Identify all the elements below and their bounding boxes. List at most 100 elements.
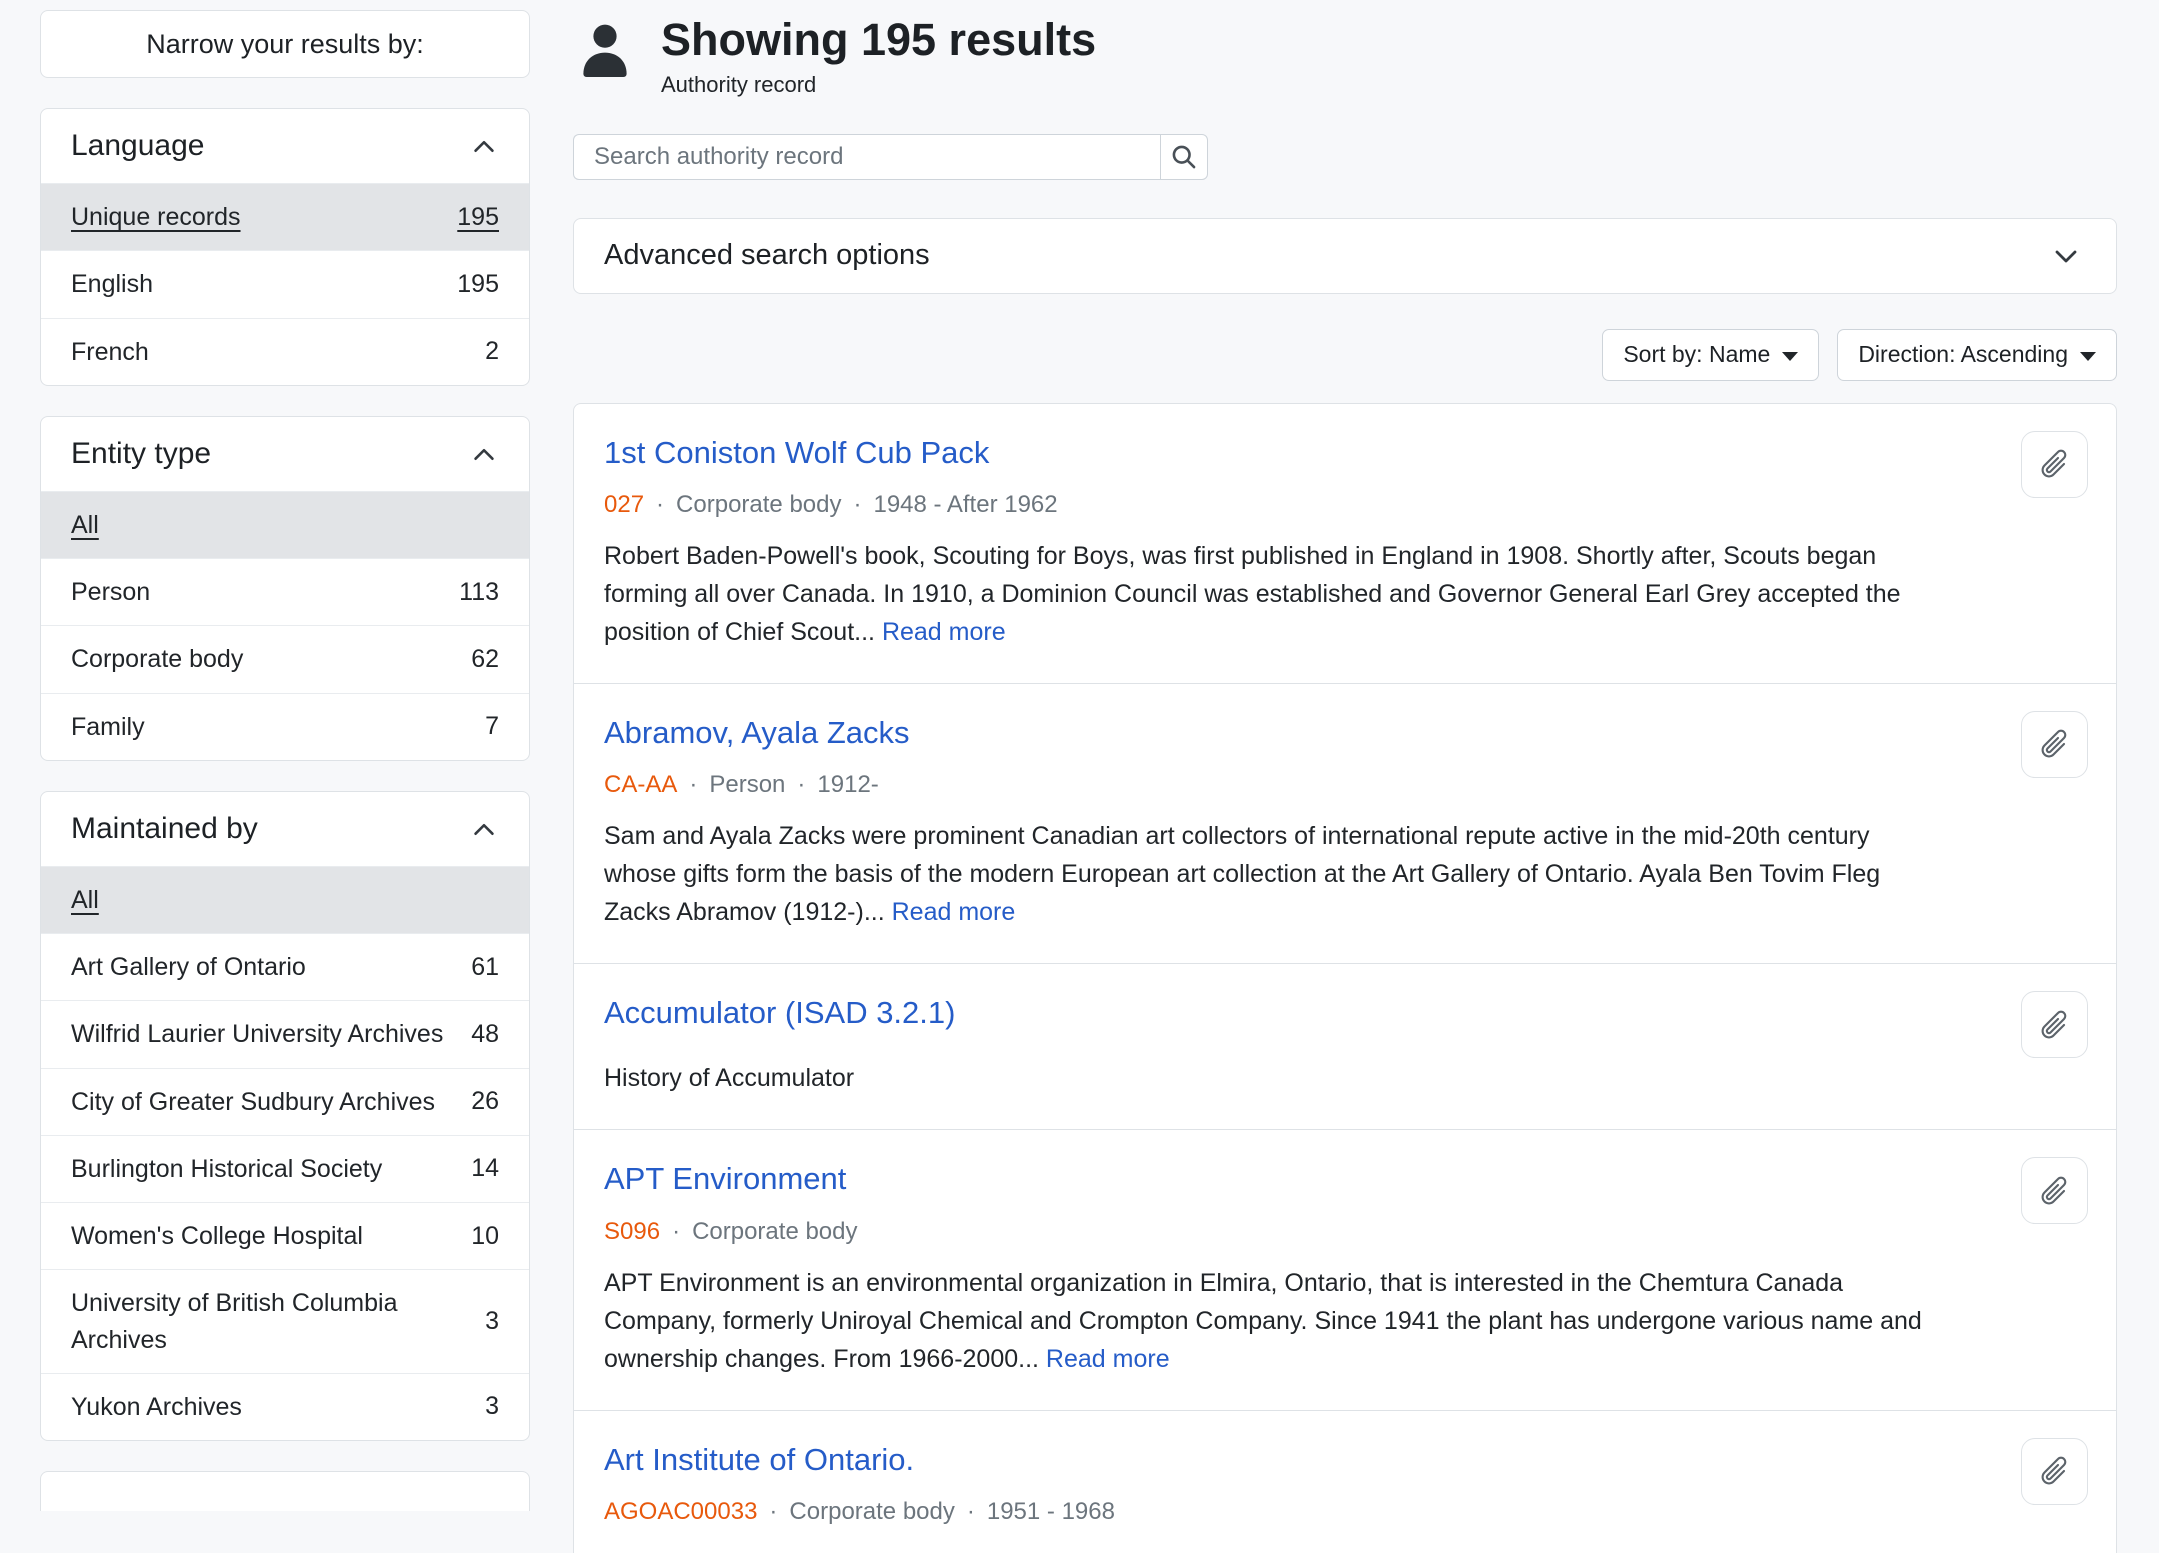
search-icon (1171, 144, 1197, 170)
facet-item-count: 2 (485, 337, 499, 366)
result-title-link[interactable]: Abramov, Ayala Zacks (604, 714, 2086, 751)
result-item: 1st Coniston Wolf Cub Pack 027·Corporate… (574, 404, 2116, 683)
meta-separator-dot: · (967, 1498, 975, 1526)
facet-item-label: University of British Columbia Archives (71, 1285, 485, 1358)
facet-item[interactable]: Family 7 (41, 693, 529, 760)
result-meta-value: Corporate body (789, 1498, 954, 1526)
meta-separator-dot: · (689, 771, 697, 799)
facet-item-count: 195 (457, 270, 499, 299)
result-title-link[interactable]: APT Environment (604, 1160, 2086, 1197)
meta-separator-dot: · (797, 771, 805, 799)
facet-sections: Language Unique records 195 English 195 … (40, 108, 530, 1441)
facet-item[interactable]: English 195 (41, 250, 529, 317)
read-more-link[interactable]: Read more (892, 898, 1016, 926)
facet-item-label: Unique records (71, 199, 457, 235)
facet-item-count: 61 (471, 953, 499, 982)
facet-section: Maintained by All Art Gallery of Ontario… (40, 791, 530, 1441)
results-header-text: Showing 195 results Authority record (661, 14, 1096, 98)
facet-item-label: Yukon Archives (71, 1389, 485, 1425)
results-count-title: Showing 195 results (661, 14, 1096, 66)
sort-by-label: Sort by: Name (1623, 341, 1770, 368)
result-identifier: CA-AA (604, 771, 677, 799)
attachment-button[interactable] (2021, 431, 2088, 498)
facet-item[interactable]: Person 113 (41, 558, 529, 625)
facet-section-header[interactable]: Entity type (41, 417, 529, 491)
sort-by-dropdown[interactable]: Sort by: Name (1602, 329, 1819, 381)
advanced-search-label: Advanced search options (604, 239, 930, 272)
facet-list: Unique records 195 English 195 French 2 (41, 183, 529, 385)
facet-section-header[interactable]: Language (41, 109, 529, 183)
result-meta-value: Corporate body (692, 1218, 857, 1246)
facet-item-label: English (71, 266, 457, 302)
facet-item[interactable]: Corporate body 62 (41, 625, 529, 692)
result-item: Accumulator (ISAD 3.2.1) History of Accu… (574, 963, 2116, 1129)
search-input[interactable] (573, 134, 1160, 180)
facet-item-label: Person (71, 574, 459, 610)
facet-section-title: Language (71, 129, 204, 163)
search-button[interactable] (1160, 134, 1208, 180)
attachment-button[interactable] (2021, 991, 2088, 1058)
result-meta-value: 1912- (817, 771, 878, 799)
results-list: 1st Coniston Wolf Cub Pack 027·Corporate… (573, 403, 2117, 1553)
read-more-link[interactable]: Read more (882, 618, 1006, 646)
attachment-button[interactable] (2021, 1438, 2088, 1505)
facet-section-title: Entity type (71, 437, 211, 471)
facet-section-title: Maintained by (71, 812, 258, 846)
caret-down-icon (1782, 352, 1798, 361)
result-title-link[interactable]: 1st Coniston Wolf Cub Pack (604, 434, 2086, 471)
facet-item[interactable]: All (41, 491, 529, 558)
result-identifier: AGOAC00033 (604, 1498, 757, 1526)
facet-item[interactable]: Burlington Historical Society 14 (41, 1135, 529, 1202)
facet-item[interactable]: City of Greater Sudbury Archives 26 (41, 1068, 529, 1135)
results-main: Showing 195 results Authority record Adv… (573, 14, 2117, 1553)
facet-item[interactable]: Yukon Archives 3 (41, 1373, 529, 1440)
result-title-link[interactable]: Accumulator (ISAD 3.2.1) (604, 994, 2086, 1031)
facet-item-label: Wilfrid Laurier University Archives (71, 1016, 471, 1052)
meta-separator-dot: · (853, 491, 861, 519)
facet-item-label: Corporate body (71, 641, 471, 677)
facet-item[interactable]: Women's College Hospital 10 (41, 1202, 529, 1269)
results-header: Showing 195 results Authority record (573, 14, 2117, 98)
facet-item-count: 14 (471, 1154, 499, 1183)
facet-section: Language Unique records 195 English 195 … (40, 108, 530, 386)
sort-direction-label: Direction: Ascending (1858, 341, 2068, 368)
page: Narrow your results by: Language Unique … (0, 0, 2159, 1553)
result-meta: CA-AA·Person·1912- (604, 771, 2086, 799)
attachment-button[interactable] (2021, 711, 2088, 778)
facet-item-count: 26 (471, 1087, 499, 1116)
facet-item-label: Burlington Historical Society (71, 1151, 471, 1187)
facet-item-label: City of Greater Sudbury Archives (71, 1084, 471, 1120)
facet-item[interactable]: All (41, 866, 529, 933)
result-title-link[interactable]: Art Institute of Ontario. (604, 1441, 2086, 1478)
paperclip-icon (2030, 1001, 2078, 1049)
next-facet-card-partial (40, 1471, 530, 1511)
result-identifier: S096 (604, 1218, 660, 1246)
facet-section-header[interactable]: Maintained by (41, 792, 529, 866)
facet-item[interactable]: University of British Columbia Archives … (41, 1269, 529, 1373)
facet-item-count: 195 (457, 203, 499, 232)
chevron-up-icon (469, 131, 499, 161)
result-description: Robert Baden-Powell's book, Scouting for… (604, 537, 2024, 651)
chevron-up-icon (469, 439, 499, 469)
result-description: APT Environment is an environmental orga… (604, 1264, 2024, 1378)
facet-item[interactable]: Unique records 195 (41, 183, 529, 250)
advanced-search-toggle[interactable]: Advanced search options (573, 218, 2117, 294)
result-item: Art Institute of Ontario. AGOAC00033 · Cor… (574, 1410, 2116, 1553)
facet-item-count: 3 (485, 1307, 499, 1336)
result-description: Sam and Ayala Zacks were prominent Canad… (604, 817, 2024, 931)
read-more-link[interactable]: Read more (1046, 1345, 1170, 1373)
facet-item[interactable]: Wilfrid Laurier University Archives 48 (41, 1000, 529, 1067)
facet-item[interactable]: Art Gallery of Ontario 61 (41, 933, 529, 1000)
paperclip-icon (2030, 1447, 2078, 1495)
result-meta-value: 1948 - After 1962 (873, 491, 1057, 519)
result-meta: AGOAC00033·Corporate body·1951 - 1968 (604, 1498, 2086, 1526)
paperclip-icon (2030, 1167, 2078, 1215)
facet-item-count: 113 (459, 578, 499, 607)
meta-separator-dot: · (656, 491, 664, 519)
narrow-results-title: Narrow your results by: (146, 29, 424, 60)
attachment-button[interactable] (2021, 1157, 2088, 1224)
facet-item[interactable]: French 2 (41, 318, 529, 385)
facet-item-count: 48 (471, 1020, 499, 1049)
sort-direction-dropdown[interactable]: Direction: Ascending (1837, 329, 2117, 381)
facet-item-count: 62 (471, 645, 499, 674)
